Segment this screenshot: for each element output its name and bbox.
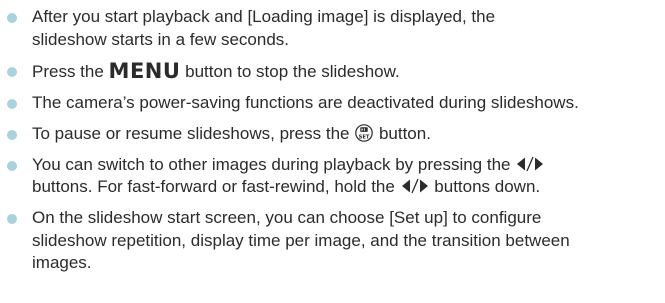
note-text: button. <box>374 123 431 143</box>
note-set-up-options: On the slideshow start screen, you can c… <box>0 207 665 275</box>
note-text: On the slideshow start screen, you can c… <box>32 208 542 227</box>
svg-text:SET: SET <box>359 134 370 140</box>
bullet-dot <box>7 98 17 109</box>
note-text: button to stop the slideshow. <box>180 61 400 81</box>
note-text: To pause or resume slideshows, press the <box>32 123 355 143</box>
func-set-button-icon: SET <box>355 123 374 142</box>
note-text: buttons. For fast-forward or fast-rewind… <box>32 177 400 196</box>
left-right-arrows-icon <box>517 156 544 171</box>
note-text: images. <box>32 253 92 272</box>
note-text: slideshow repetition, display time per i… <box>32 230 570 250</box>
bullet-dot <box>7 214 17 224</box>
note-text: Press the <box>32 61 109 81</box>
left-right-arrows-icon <box>401 178 428 194</box>
bullet-dot <box>7 66 17 77</box>
note-text: You can switch to other images during pl… <box>32 154 516 174</box>
bullet-dot <box>7 13 17 23</box>
note-stop-slideshow: Press the MENU button to stop the slides… <box>0 58 665 84</box>
notes-list: After you start playback and [Loading im… <box>0 0 665 275</box>
note-power-saving: The camera’s power-saving functions are … <box>0 92 665 115</box>
bullet-dot <box>7 129 17 140</box>
note-text: After you start playback and [Loading im… <box>32 7 496 26</box>
bullet-dot <box>7 160 17 171</box>
note-text: buttons down. <box>429 177 541 196</box>
note-text: slideshow starts in a few seconds. <box>32 29 290 49</box>
note-pause-resume: To pause or resume slideshows, press the… <box>0 123 665 146</box>
note-switch-images: You can switch to other images during pl… <box>0 154 665 199</box>
note-loading-image: After you start playback and [Loading im… <box>0 6 665 51</box>
menu-button-label: MENU <box>108 58 181 83</box>
note-text: The camera’s power-saving functions are … <box>32 92 579 112</box>
